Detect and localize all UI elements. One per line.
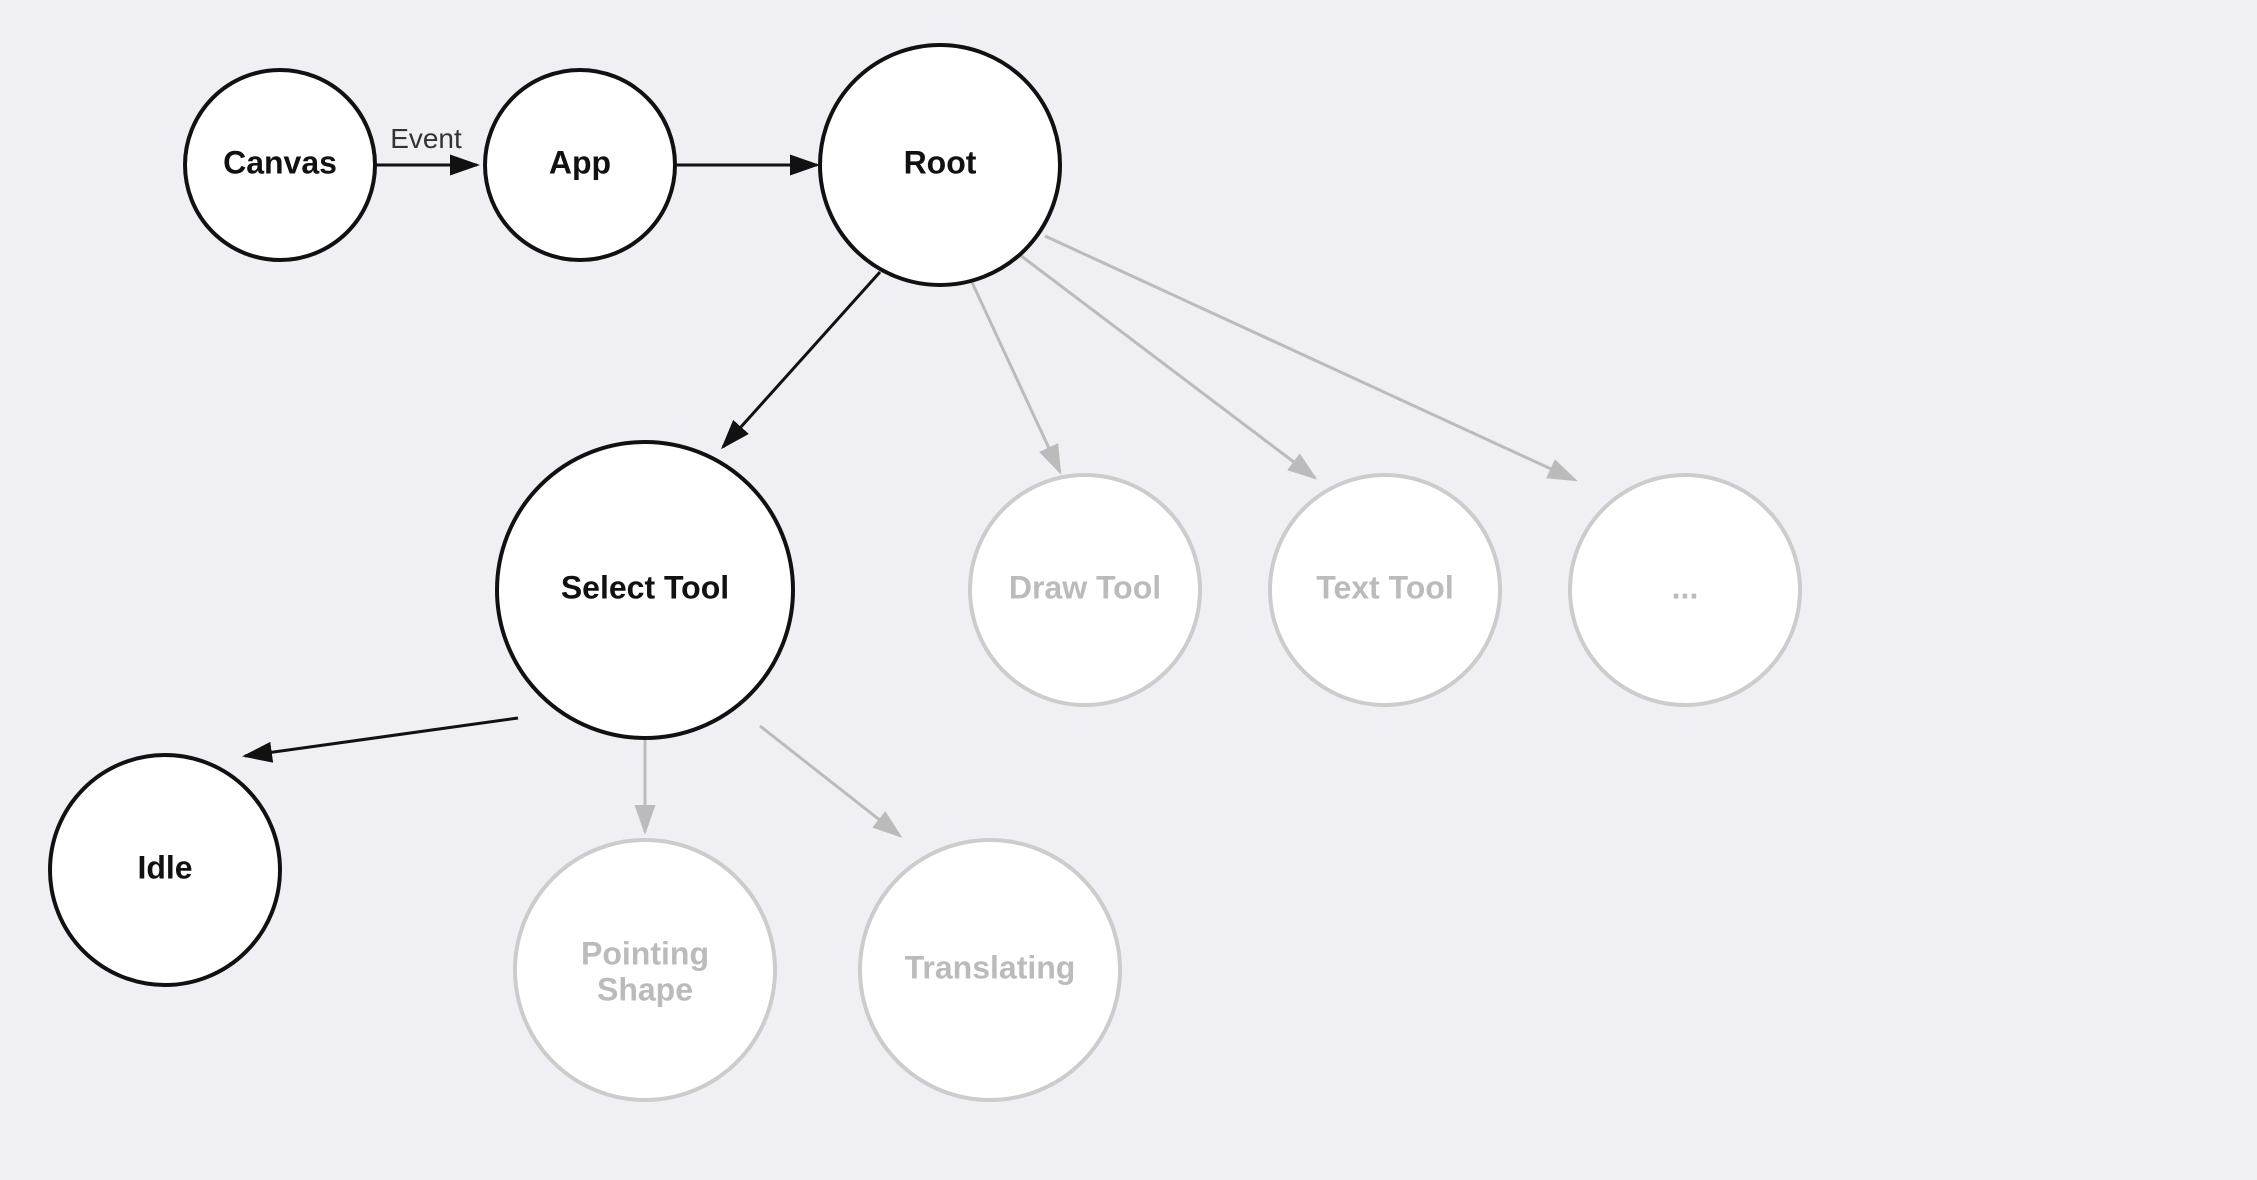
selecttool-to-translating-arrow — [760, 726, 900, 836]
root-to-texttool-arrow — [1020, 255, 1315, 478]
selecttool-label: Select Tool — [561, 569, 729, 605]
idle-label: Idle — [137, 849, 192, 885]
ellipsis-label: ... — [1672, 569, 1699, 605]
translating-label: Translating — [905, 949, 1076, 985]
drawtool-label: Draw Tool — [1009, 569, 1161, 605]
texttool-label: Text Tool — [1316, 569, 1453, 605]
selecttool-to-idle-arrow — [245, 718, 518, 756]
root-to-selecttool-arrow — [723, 272, 880, 447]
root-to-ellipsis-arrow — [1045, 236, 1575, 480]
pointingshape-label-line2: Shape — [597, 971, 693, 1007]
diagram: Event Canvas App Root Select Tool Idle D… — [0, 0, 2257, 1180]
canvas-label: Canvas — [223, 144, 337, 180]
event-label: Event — [390, 123, 462, 154]
root-to-drawtool-arrow — [970, 278, 1060, 472]
root-label: Root — [904, 144, 977, 180]
app-label: App — [549, 144, 611, 180]
pointingshape-label-line1: Pointing — [581, 935, 709, 971]
